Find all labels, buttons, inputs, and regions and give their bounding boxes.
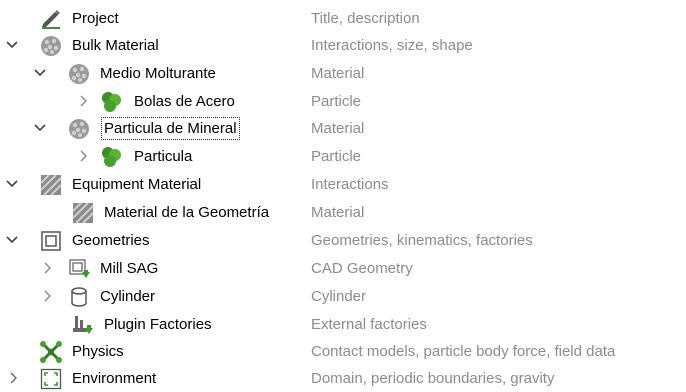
tree-description: Particle — [311, 93, 362, 110]
cad-geometry-icon — [68, 258, 90, 280]
tree-row-particula[interactable]: Particula Particle — [0, 143, 686, 170]
tree-description: Contact models, particle body force, fie… — [311, 343, 616, 360]
bulk-material-icon — [68, 118, 90, 140]
tree-description: Interactions, size, shape — [311, 37, 473, 54]
particle-icon — [100, 146, 122, 168]
tree-label: Environment — [72, 370, 157, 387]
particle-icon — [100, 91, 122, 113]
tree-description: CAD Geometry — [311, 260, 413, 277]
environment-icon — [40, 368, 62, 390]
tree-label: Project — [72, 10, 119, 27]
chevron-right-icon[interactable] — [6, 369, 22, 387]
equipment-material-icon — [72, 202, 94, 224]
tree-label: Equipment Material — [72, 176, 202, 193]
physics-icon — [40, 341, 62, 363]
tree-row-cylinder[interactable]: Cylinder Cylinder — [0, 283, 686, 310]
tree-description: Material — [311, 65, 365, 82]
tree-description: Particle — [311, 148, 362, 165]
tree-description: Domain, periodic boundaries, gravity — [311, 370, 555, 387]
tree-label: Medio Molturante — [100, 65, 216, 82]
tree-row-environment[interactable]: Environment Domain, periodic boundaries,… — [0, 365, 686, 392]
tree-row-material-de-la-geometria[interactable]: Material de la Geometría Material — [0, 199, 686, 226]
chevron-down-icon[interactable] — [32, 119, 48, 137]
cylinder-icon — [68, 286, 90, 308]
tree-label: Bolas de Acero — [134, 93, 235, 110]
tree-description: Material — [311, 204, 365, 221]
chevron-down-icon[interactable] — [32, 64, 48, 82]
tree-description: Cylinder — [311, 288, 367, 305]
chevron-right-icon[interactable] — [40, 287, 56, 305]
tree-row-particula-de-mineral[interactable]: Particula de Mineral Material — [0, 115, 686, 142]
plugin-factory-icon — [72, 314, 94, 336]
tree-row-medio-molturante[interactable]: Medio Molturante Material — [0, 60, 686, 87]
tree-label: Material de la Geometría — [104, 204, 270, 221]
chevron-right-icon[interactable] — [40, 259, 56, 277]
tree-row-equipment-material[interactable]: Equipment Material Interactions — [0, 171, 686, 198]
tree-row-physics[interactable]: Physics Contact models, particle body fo… — [0, 338, 686, 365]
tree-label: Plugin Factories — [104, 316, 212, 333]
chevron-down-icon[interactable] — [4, 231, 20, 249]
chevron-right-icon[interactable] — [76, 92, 92, 110]
tree-label: Geometries — [72, 232, 150, 249]
tree-label: Mill SAG — [100, 260, 159, 277]
tree-label: Particula de Mineral — [101, 117, 240, 140]
pencil-icon — [40, 8, 62, 30]
bulk-material-icon — [68, 63, 90, 85]
geometries-icon — [40, 230, 62, 252]
tree-row-geometries[interactable]: Geometries Geometries, kinematics, facto… — [0, 227, 686, 254]
bulk-material-icon — [40, 35, 62, 57]
tree-row-bolas-de-acero[interactable]: Bolas de Acero Particle — [0, 88, 686, 115]
tree-description: External factories — [311, 316, 427, 333]
tree-row-mill-sag[interactable]: Mill SAG CAD Geometry — [0, 255, 686, 282]
tree-description: Title, description — [311, 10, 420, 27]
tree-description: Interactions — [311, 176, 389, 193]
tree-row-plugin-factories[interactable]: Plugin Factories External factories — [0, 311, 686, 338]
tree-label: Cylinder — [100, 288, 156, 305]
tree-label: Particula — [134, 148, 193, 165]
project-tree: Project Title, description Bulk Material… — [0, 0, 686, 392]
tree-row-bulk-material[interactable]: Bulk Material Interactions, size, shape — [0, 32, 686, 59]
equipment-material-icon — [40, 174, 62, 196]
chevron-down-icon[interactable] — [4, 36, 20, 54]
tree-label: Bulk Material — [72, 37, 159, 54]
tree-description: Geometries, kinematics, factories — [311, 232, 533, 249]
chevron-down-icon[interactable] — [4, 175, 20, 193]
chevron-right-icon[interactable] — [76, 147, 92, 165]
tree-row-project[interactable]: Project Title, description — [0, 5, 686, 32]
tree-label: Physics — [72, 343, 124, 360]
tree-description: Material — [311, 120, 365, 137]
